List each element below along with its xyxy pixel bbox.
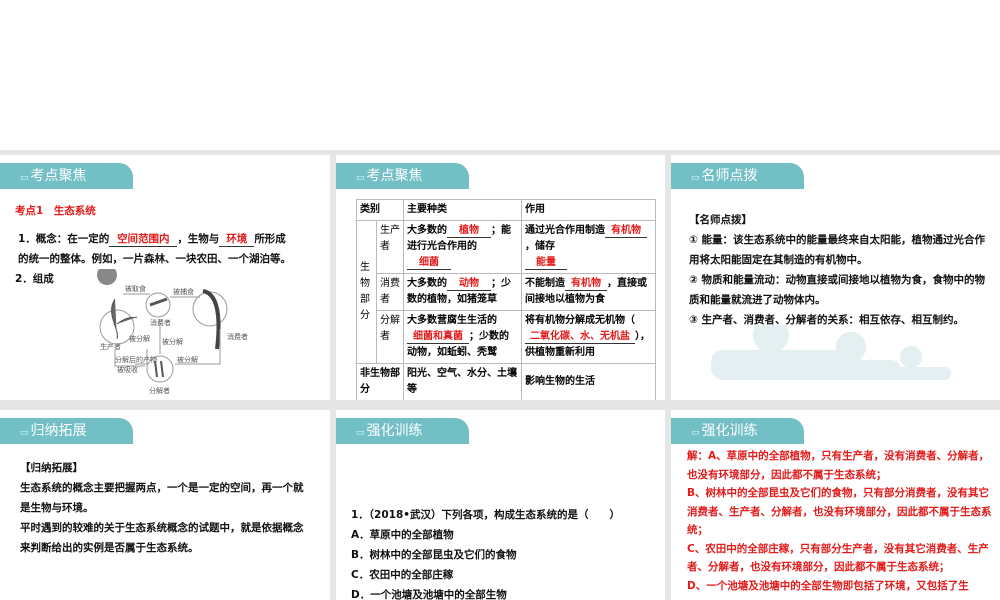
book-icon: ▭ [691, 428, 700, 438]
svg-text:分解后的产物: 分解后的产物 [115, 355, 157, 364]
slide-6[interactable]: ▭ 强化训练 解：A、草原中的全部植物，只有生产者，没有消费者、分解者，也没有环境… [671, 410, 1000, 600]
ecosystem-diagram: 被取食 被捕食 消费者消费者 生产者分解者 被分解 被分解被分解 分解后的产物被吸收 [97, 269, 248, 395]
slide-tab: ▭ 考点聚焦 [336, 163, 469, 189]
svg-text:被取食: 被取食 [125, 284, 146, 293]
svg-text:被吸收: 被吸收 [117, 365, 138, 374]
book-icon: ▭ [20, 428, 29, 438]
slide-1[interactable]: ▭ 考点聚焦 考点1 生态系统 1．概念：在一定的 空间范围内 ，生物与 环境 所形成 的统… [0, 155, 330, 400]
composition-label: 2．组成 [15, 273, 54, 285]
decomposer-label: 分解者 [149, 386, 170, 395]
book-icon: ▭ [356, 428, 365, 438]
slide-4[interactable]: ▭ 归纳拓展 【归纳拓展】 生态系统的概念主要把握两点，一个是一定的空间，再一个就是… [0, 410, 330, 600]
slide-tab: ▭ 归纳拓展 [0, 418, 133, 444]
slide-tab: ▭ 强化训练 [336, 418, 469, 444]
slide-3[interactable]: ▭ 名师点拨 【名师点拨】 ① 能量：该生态系统中的能量最终来自太阳能，植物通过光合… [671, 155, 1000, 400]
slide-5[interactable]: ▭ 强化训练 1．（2018•武汉）下列各项，构成生态系统的是（ ） A．草原中的全… [336, 410, 665, 600]
svg-text:被分解: 被分解 [129, 334, 150, 343]
option-a: A．草原中的全部植物 [351, 529, 454, 541]
option-d: D．一个池塘及池塘中的全部生物 [351, 589, 507, 600]
answer-explanation: 解：A、草原中的全部植物，只有生产者，没有消费者、分解者，也没有环境部分，因此都… [687, 447, 997, 595]
slide-tab: ▭ 强化训练 [671, 418, 804, 444]
option-c: C．农田中的全部庄稼 [351, 569, 454, 581]
svg-text:消费者: 消费者 [150, 318, 171, 327]
slide-tab: ▭ 名师点拨 [671, 163, 804, 189]
silhouette-decoration [711, 325, 951, 380]
sun-icon [97, 269, 117, 285]
question: 1．（2018•武汉）下列各项，构成生态系统的是（ ） A．草原中的全部植物 B．树… [351, 505, 651, 600]
svg-text:被捕食: 被捕食 [173, 287, 194, 296]
concept: 1．概念：在一定的 空间范围内 ，生物与 环境 所形成 的统一的整体。例如，一片森林、一块… [18, 233, 291, 265]
book-icon: ▭ [691, 173, 700, 183]
summary-text: 【归纳拓展】 生态系统的概念主要把握两点，一个是一定的空间，再一个就是生物与环境。… [20, 462, 304, 554]
teacher-tips: 【名师点拨】 ① 能量：该生态系统中的能量最终来自太阳能，植物通过光合作用将太阳能… [689, 214, 986, 326]
bird-icon [202, 289, 221, 350]
heading: 考点1 生态系统 [15, 205, 96, 217]
svg-text:被分解: 被分解 [177, 355, 198, 364]
option-b: B．树林中的全部昆虫及它们的食物 [351, 549, 517, 561]
ecosystem-components-table: 类别 主要种类 作用 生物部分 生产者 大多数的 植物 ；能进行光合作用的细菌 通过光合作… [356, 199, 656, 400]
book-icon: ▭ [20, 173, 29, 183]
caterpillar-icon [149, 297, 168, 307]
svg-text:消费者: 消费者 [227, 332, 248, 341]
slide-tab: ▭ 考点聚焦 [0, 163, 133, 189]
book-icon: ▭ [356, 173, 365, 183]
slide-2[interactable]: ▭ 考点聚焦 类别 主要种类 作用 生物部分 生产者 大多数的 植物 ；能进行光合作用的细菌… [336, 155, 665, 400]
svg-text:生产者: 生产者 [100, 342, 121, 351]
svg-text:被分解: 被分解 [162, 337, 183, 346]
answer-d: D、一个池塘及池塘中的全部生物即包括了环境，又包括了生 [687, 579, 969, 592]
